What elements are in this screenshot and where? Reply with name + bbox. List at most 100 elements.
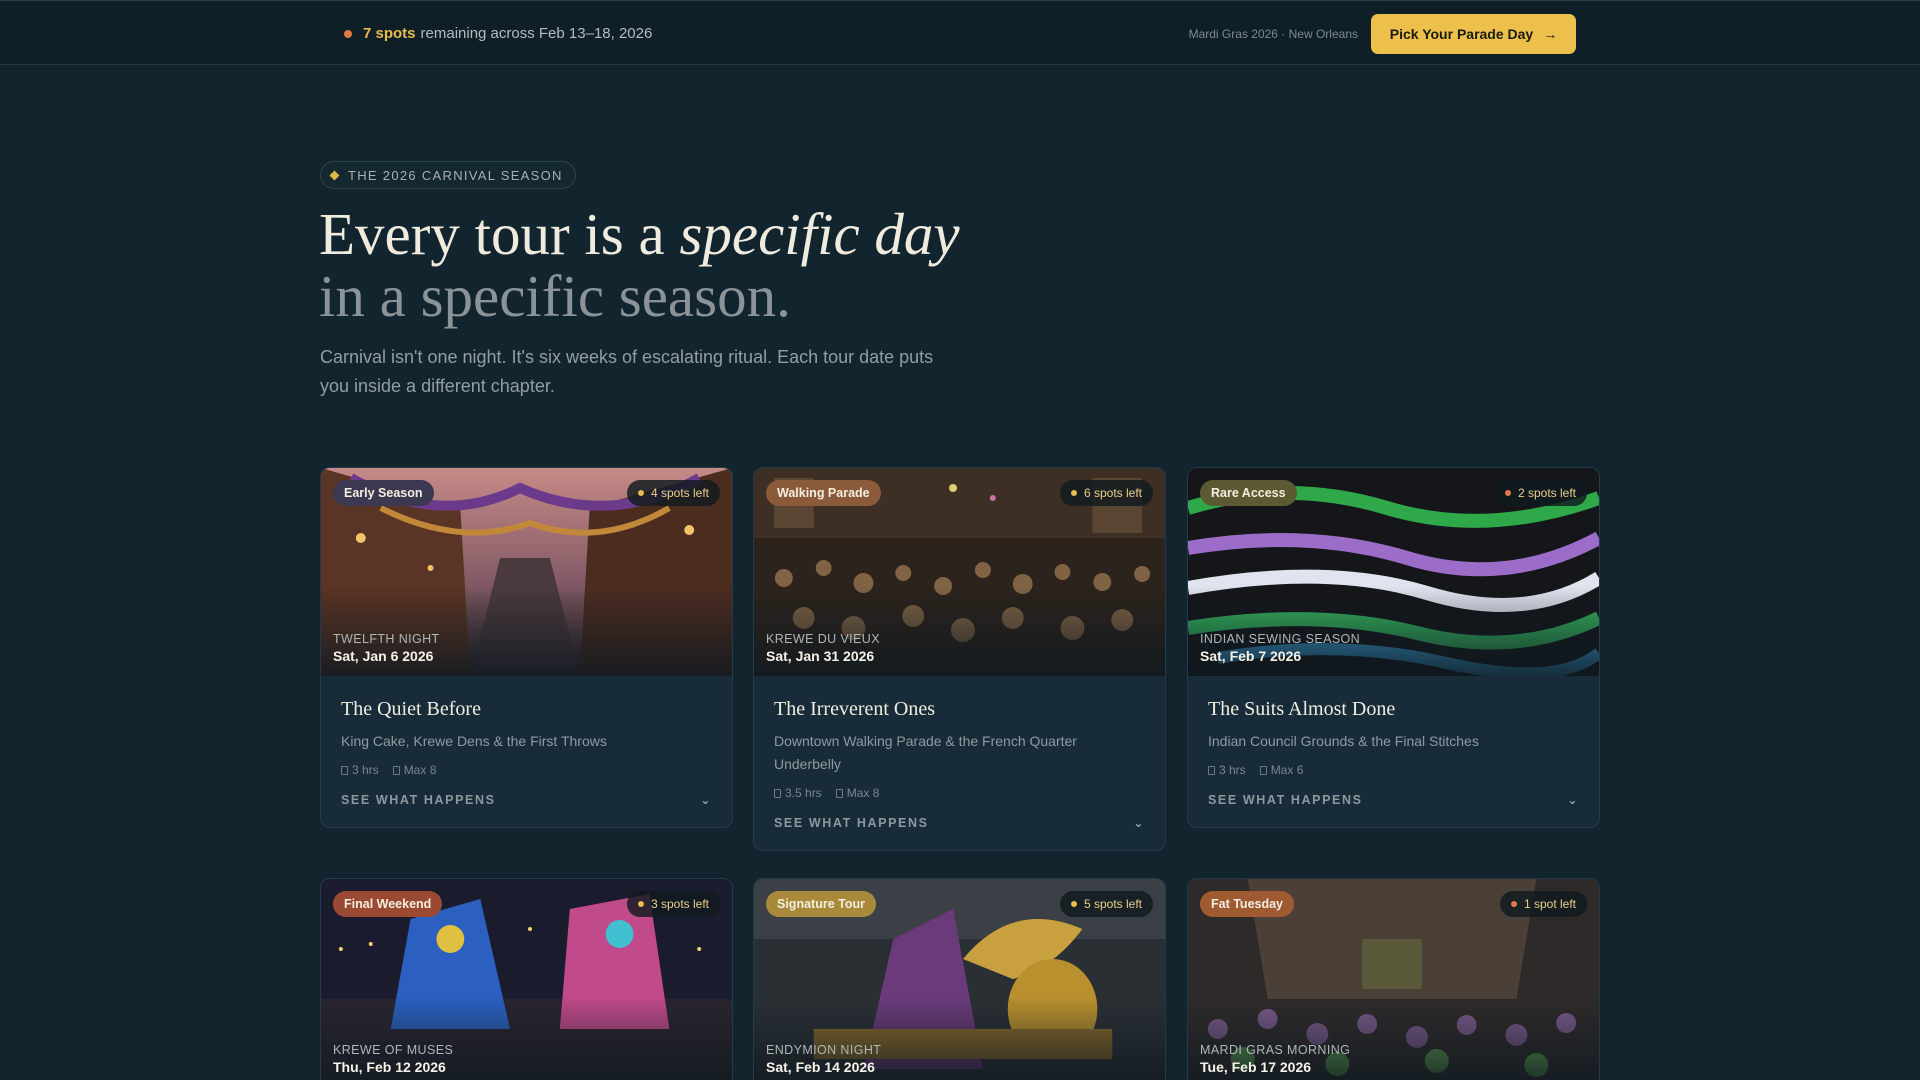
- spots-count: 7 spots: [363, 25, 416, 42]
- card-body: The Irreverent Ones Downtown Walking Par…: [754, 676, 1165, 850]
- tour-photo: Walking Parade 6 spots left KREWE DU VIE…: [754, 468, 1165, 676]
- availability-badge: 6 spots left: [1059, 480, 1153, 506]
- hero-lede: Carnival isn't one night. It's six weeks…: [320, 347, 934, 396]
- people-icon: [835, 788, 843, 798]
- availability-badge: 5 spots left: [1059, 891, 1153, 917]
- tour-subtitle: Downtown Walking Parade & the French Qua…: [774, 733, 1077, 772]
- tour-photo: Rare Access 2 spots left INDIAN SEWING S…: [1188, 468, 1599, 676]
- headline-part-2: in a specific season.: [319, 263, 791, 329]
- availability-label: 1 spot left: [1523, 897, 1576, 911]
- tour-card[interactable]: Walking Parade 6 spots left KREWE DU VIE…: [753, 467, 1166, 851]
- tour-photo: Signature Tour 5 spots left ENDYMION NIG…: [754, 879, 1165, 1080]
- spots-text: remaining across Feb 13–18, 2026: [420, 25, 653, 42]
- chevron-down-icon: ⌄: [1567, 793, 1579, 807]
- duration-label: 3 hrs: [1219, 763, 1246, 777]
- availability-label: 6 spots left: [1083, 486, 1142, 500]
- event-name: KREWE DU VIEUX: [766, 632, 880, 646]
- tour-title: The Irreverent Ones: [774, 698, 936, 720]
- tour-photo: Final Weekend 3 spots left KREWE OF MUSE…: [321, 879, 732, 1080]
- tour-subtitle: Indian Council Grounds & the Final Stitc…: [1208, 733, 1479, 749]
- event-date: Sat, Feb 7 2026: [1200, 648, 1302, 664]
- cta-label: Pick Your Parade Day: [1389, 26, 1534, 42]
- group-size: Max 8: [835, 786, 879, 800]
- season-tag: Rare Access: [1200, 480, 1297, 506]
- tour-card[interactable]: Rare Access 2 spots left INDIAN SEWING S…: [1187, 467, 1600, 828]
- season-tag: Early Season: [333, 480, 434, 506]
- availability-badge: 1 spot left: [1499, 891, 1587, 917]
- season-tag: Fat Tuesday: [1200, 891, 1295, 917]
- availability-label: 2 spots left: [1517, 486, 1576, 500]
- event-name: INDIAN SEWING SEASON: [1200, 632, 1361, 646]
- event-name: MARDI GRAS MORNING: [1200, 1043, 1351, 1057]
- season-tag: Walking Parade: [766, 480, 881, 506]
- availability-dot-icon: [1070, 490, 1077, 496]
- availability-label: 3 spots left: [650, 897, 709, 911]
- tour-title: The Suits Almost Done: [1208, 698, 1396, 720]
- event-date: Thu, Feb 12 2026: [333, 1059, 446, 1075]
- availability-dot-icon: [1504, 490, 1511, 496]
- availability-dot-icon: [637, 901, 644, 907]
- tour-meta: 3.5 hrs Max 8: [774, 786, 1145, 800]
- availability-badge: 2 spots left: [1493, 480, 1587, 506]
- duration: 3.5 hrs: [774, 786, 822, 800]
- chevron-down-icon: ⌄: [700, 793, 712, 807]
- duration-label: 3 hrs: [352, 763, 379, 777]
- tour-subtitle: King Cake, Krewe Dens & the First Throws: [341, 733, 607, 749]
- availability-badge: 3 spots left: [626, 891, 720, 917]
- group-size-label: Max 8: [403, 763, 437, 777]
- page-headline: Every tour is a specific day in a specif…: [319, 203, 960, 327]
- card-body: The Suits Almost Done Indian Council Gro…: [1188, 676, 1599, 827]
- group-size: Max 6: [1259, 763, 1304, 777]
- duration-label: 3.5 hrs: [785, 786, 822, 800]
- availability-dot-icon: [1510, 901, 1517, 907]
- see-more-label: SEE WHAT HAPPENS: [1208, 793, 1363, 807]
- people-icon: [1259, 765, 1267, 775]
- event-date: Tue, Feb 17 2026: [1200, 1059, 1312, 1075]
- top-bar: 7 spots remaining across Feb 13–18, 2026…: [0, 0, 1920, 65]
- tour-card[interactable]: Final Weekend 3 spots left KREWE OF MUSE…: [320, 878, 733, 1080]
- event-date: Sat, Jan 31 2026: [766, 648, 875, 664]
- tour-meta: 3 hrs Max 8: [341, 763, 712, 777]
- clock-icon: [774, 788, 781, 798]
- season-tag: Final Weekend: [333, 891, 443, 917]
- duration: 3 hrs: [341, 763, 379, 777]
- event-name: KREWE OF MUSES: [333, 1043, 454, 1057]
- clock-icon: [341, 765, 348, 775]
- tour-photo: Fat Tuesday 1 spot left MARDI GRAS MORNI…: [1188, 879, 1599, 1080]
- people-icon: [392, 765, 400, 775]
- clock-icon: [1208, 765, 1215, 775]
- tour-title: The Quiet Before: [341, 698, 481, 720]
- event-name: TWELFTH NIGHT: [333, 632, 440, 646]
- group-size: Max 8: [392, 763, 437, 777]
- event-date: Sat, Jan 6 2026: [333, 648, 434, 664]
- card-body: The Quiet Before King Cake, Krewe Dens &…: [321, 676, 732, 827]
- diamond-icon: [329, 170, 340, 180]
- see-more-label: SEE WHAT HAPPENS: [774, 816, 929, 830]
- arrow-right-icon: →: [1543, 26, 1558, 42]
- event-date: Sat, Feb 14 2026: [766, 1059, 875, 1075]
- season-tag: Signature Tour: [766, 891, 876, 917]
- season-eyebrow: THE 2026 CARNIVAL SEASON: [320, 161, 576, 189]
- duration: 3 hrs: [1208, 763, 1246, 777]
- see-what-happens-toggle[interactable]: SEE WHAT HAPPENS ⌄: [341, 793, 712, 807]
- see-what-happens-toggle[interactable]: SEE WHAT HAPPENS ⌄: [774, 816, 1145, 830]
- event-brand-line: Mardi Gras 2026 · New Orleans: [1188, 27, 1358, 41]
- status-dot-icon: [344, 29, 352, 38]
- tour-photo: Early Season 4 spots left TWELFTH NIGHT …: [321, 468, 732, 676]
- pick-parade-day-button[interactable]: Pick Your Parade Day →: [1371, 14, 1576, 54]
- tour-card[interactable]: Early Season 4 spots left TWELFTH NIGHT …: [320, 467, 733, 828]
- tour-meta: 3 hrs Max 6: [1208, 763, 1579, 777]
- season-eyebrow-label: THE 2026 CARNIVAL SEASON: [348, 167, 563, 183]
- tour-card[interactable]: Fat Tuesday 1 spot left MARDI GRAS MORNI…: [1187, 878, 1600, 1080]
- group-size-label: Max 6: [1270, 763, 1304, 777]
- availability-dot-icon: [1070, 901, 1077, 907]
- see-what-happens-toggle[interactable]: SEE WHAT HAPPENS ⌄: [1208, 793, 1579, 807]
- availability-label: 4 spots left: [650, 486, 709, 500]
- event-name: ENDYMION NIGHT: [766, 1043, 882, 1057]
- headline-part-1: Every tour is a: [319, 201, 680, 267]
- see-more-label: SEE WHAT HAPPENS: [341, 793, 496, 807]
- headline-emphasis: specific day: [679, 201, 960, 267]
- availability-badge: 4 spots left: [626, 480, 720, 506]
- availability-label: 5 spots left: [1083, 897, 1142, 911]
- tour-card[interactable]: Signature Tour 5 spots left ENDYMION NIG…: [753, 878, 1166, 1080]
